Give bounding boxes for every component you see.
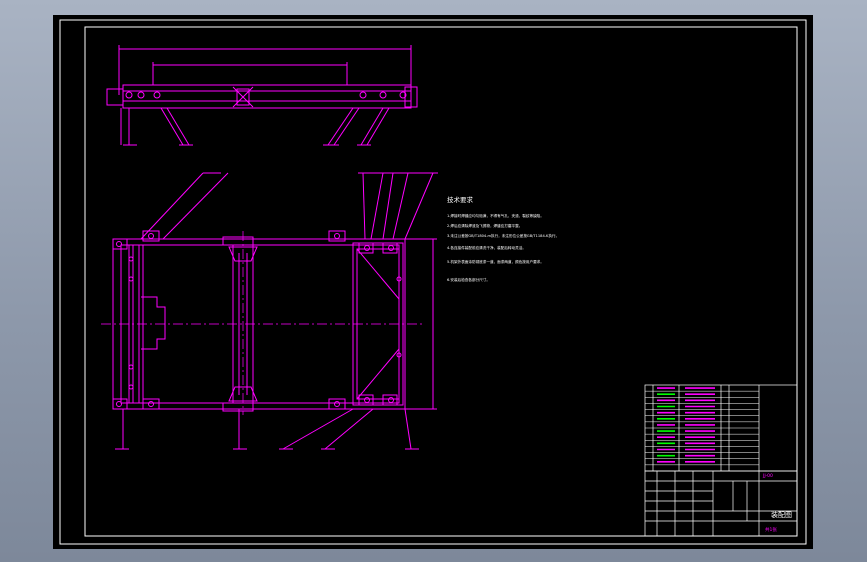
side-view (106, 45, 418, 146)
note-line-5: 5.机架外表面涂防锈底漆一道，面漆两道，颜色按用户要求。 (447, 259, 544, 264)
drawing-number: JJ-00 (762, 473, 773, 479)
mechanical-drawing: 技术要求 1.焊接时焊缝应均匀饱满，不得有气孔、夹渣、裂纹等缺陷。 2.焊后应清… (59, 19, 807, 545)
technical-notes: 技术要求 1.焊接时焊缝应均匀饱满，不得有气孔、夹渣、裂纹等缺陷。 2.焊后应清… (447, 195, 559, 282)
title-block-labels: 装配图 JJ-00 共1张 (762, 473, 792, 533)
sheet-count: 共1张 (765, 526, 777, 533)
plan-view (112, 172, 438, 450)
title-block (644, 470, 798, 537)
note-line-3: 3.未注公差按GB/T1804-m执行，未注形位公差按GB/T1184-K执行。 (447, 233, 559, 238)
drawing-title: 装配图 (771, 510, 792, 519)
note-line-6: 6.安装后检查各部分尺寸。 (447, 277, 490, 282)
center-lines (101, 231, 423, 415)
note-line-2: 2.焊后应清除焊渣及飞溅物，焊缝应打磨平整。 (447, 223, 522, 228)
note-line-1: 1.焊接时焊缝应均匀饱满，不得有气孔、夹渣、裂纹等缺陷。 (447, 213, 544, 218)
cad-viewport[interactable]: 技术要求 1.焊接时焊缝应均匀饱满，不得有气孔、夹渣、裂纹等缺陷。 2.焊后应清… (53, 15, 813, 549)
parts-list-rows (645, 387, 759, 466)
note-line-4: 4.各连接件装配前应清洗干净，装配后转动灵活。 (447, 245, 526, 250)
inner-frame (84, 26, 798, 537)
notes-heading: 技术要求 (447, 195, 474, 204)
